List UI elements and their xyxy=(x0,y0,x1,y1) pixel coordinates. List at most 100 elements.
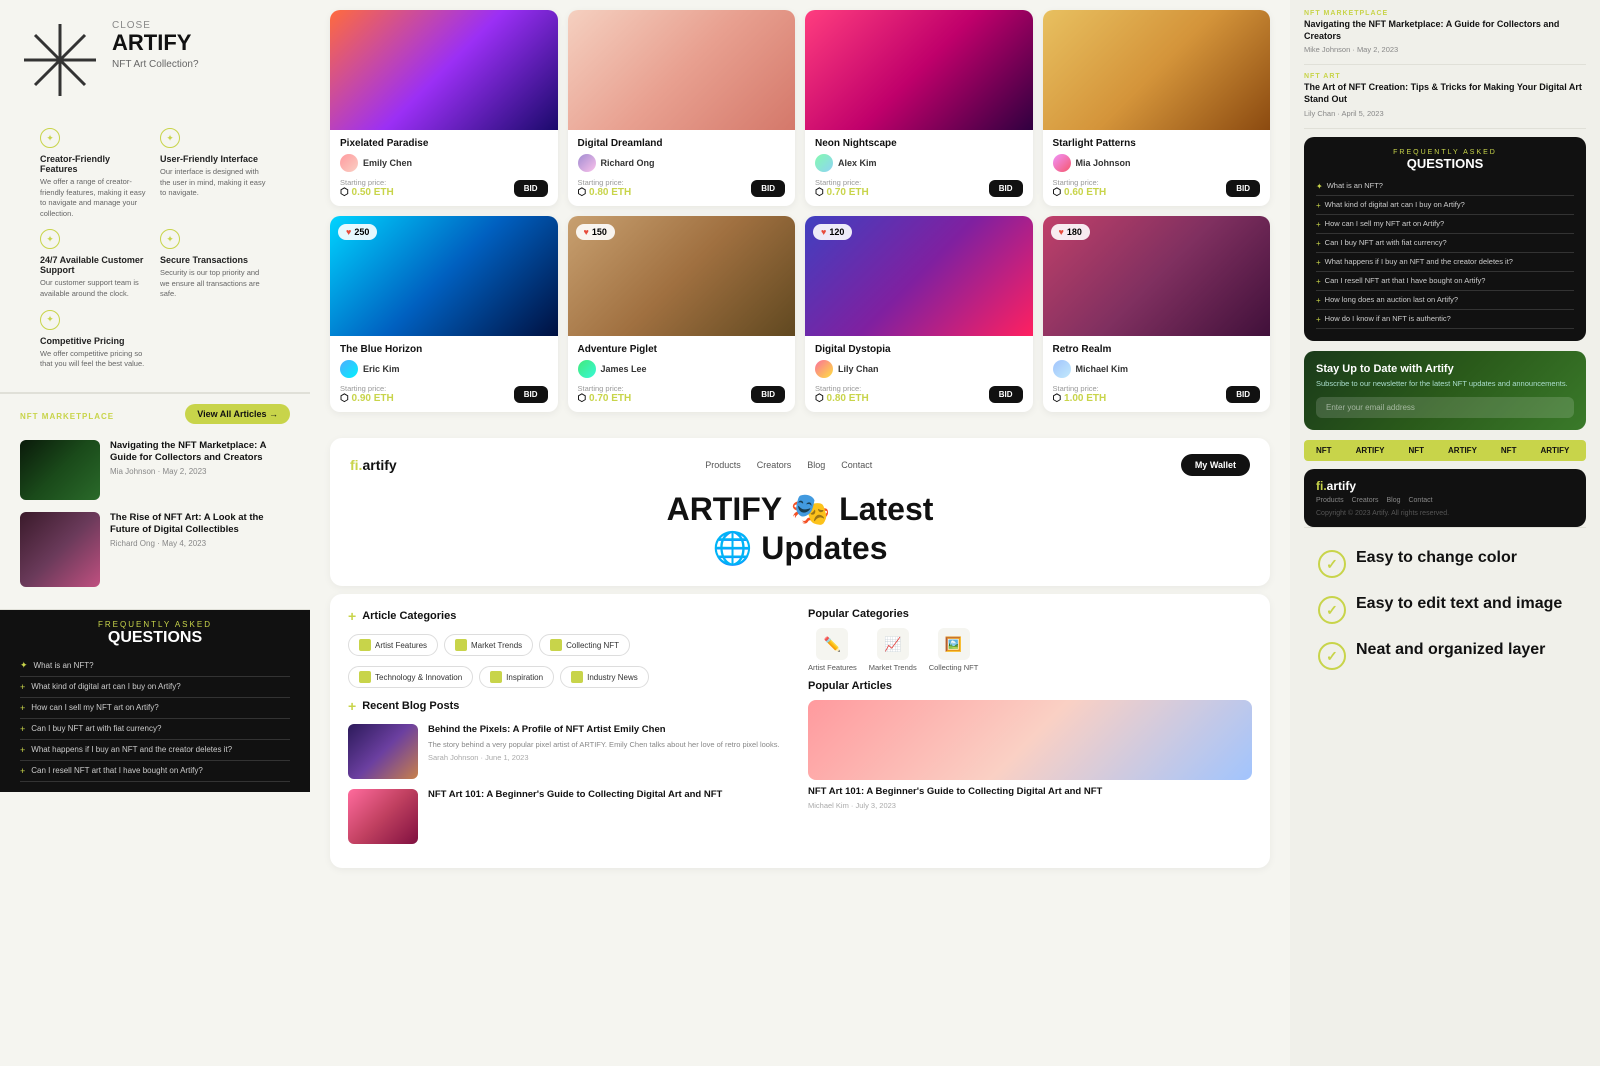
feature-desc-2: Our interface is designed with the user … xyxy=(160,167,270,199)
right-faq-item-3[interactable]: + How can I sell my NFT art on Artify? xyxy=(1316,215,1574,234)
right-faq-item-6[interactable]: + Can I resell NFT art that I have bough… xyxy=(1316,272,1574,291)
bid-button-3[interactable]: BID xyxy=(989,180,1023,197)
pop-cat-market[interactable]: 📈 Market Trends xyxy=(869,628,917,672)
nav-contact[interactable]: Contact xyxy=(841,460,872,470)
right-footer-creators[interactable]: Creators xyxy=(1352,497,1379,504)
bid-button-6[interactable]: BID xyxy=(751,386,785,403)
bid-button-1[interactable]: BID xyxy=(514,180,548,197)
artist-avatar-1 xyxy=(340,154,358,172)
cat-collecting-nft[interactable]: Collecting NFT xyxy=(539,634,630,656)
nft-card-body-3: Neon Nightscape Alex Kim Starting price:… xyxy=(805,130,1033,206)
nft-price-row-5: Starting price: ⬡ 0.90 ETH BID xyxy=(340,384,548,404)
cat-tech-innovation[interactable]: Technology & Innovation xyxy=(348,666,473,688)
left-blog-thumb-2 xyxy=(20,512,100,587)
feature-title-1: Creator-Friendly Features xyxy=(40,154,150,174)
left-blog-author-1: Mia Johnson · May 2, 2023 xyxy=(110,467,290,476)
nav-creators[interactable]: Creators xyxy=(757,460,792,470)
left-faq-title: QUESTIONS xyxy=(20,629,290,647)
blog-updates-section: + Article Categories Artist Features Mar… xyxy=(330,594,1270,868)
bid-button-8[interactable]: BID xyxy=(1226,386,1260,403)
right-blog-title-2: The Art of NFT Creation: Tips & Tricks f… xyxy=(1304,82,1586,105)
price-value-5: ⬡ 0.90 ETH xyxy=(340,393,394,404)
feature-desc-5: We offer competitive pricing so that you… xyxy=(40,349,150,370)
right-footer-contact[interactable]: Contact xyxy=(1408,497,1432,504)
right-panel-inner: NFT MARKETPLACE Navigating the NFT Marke… xyxy=(1290,0,1600,716)
blog-post-thumb-1 xyxy=(348,724,418,779)
view-all-button[interactable]: View All Articles → xyxy=(185,404,290,424)
nft-card-digital-dreamland: Digital Dreamland Richard Ong Starting p… xyxy=(568,10,796,206)
bid-button-7[interactable]: BID xyxy=(989,386,1023,403)
right-faq-q-2: What kind of digital art can I buy on Ar… xyxy=(1325,200,1465,210)
right-blog-author-1: Mike Johnson · May 2, 2023 xyxy=(1304,45,1586,54)
newsletter-title: Stay Up to Date with Artify xyxy=(1316,363,1574,375)
cat-artist-features[interactable]: Artist Features xyxy=(348,634,438,656)
right-footer-blog[interactable]: Blog xyxy=(1386,497,1400,504)
right-faq-item-7[interactable]: + How long does an auction last on Artif… xyxy=(1316,291,1574,310)
nft-image-6: ♥ 150 xyxy=(568,216,796,336)
right-faq-item-2[interactable]: + What kind of digital art can I buy on … xyxy=(1316,196,1574,215)
ticker-item-2: ARTIFY xyxy=(1356,446,1385,455)
right-faq-q-4: Can I buy NFT art with fiat currency? xyxy=(1325,238,1447,248)
nft-card-body-8: Retro Realm Michael Kim Starting price: … xyxy=(1043,336,1271,412)
my-wallet-button[interactable]: My Wallet xyxy=(1181,454,1250,476)
bid-button-2[interactable]: BID xyxy=(751,180,785,197)
left-faq-item-4[interactable]: + Can I buy NFT art with fiat currency? xyxy=(20,719,290,740)
nft-card-blue-horizon: ♥ 250 The Blue Horizon Eric Kim Starting xyxy=(330,216,558,412)
left-faq-item-6[interactable]: + Can I resell NFT art that I have bough… xyxy=(20,761,290,782)
nft-artist-row-5: Eric Kim xyxy=(340,360,548,378)
right-faq-item-5[interactable]: + What happens if I buy an NFT and the c… xyxy=(1316,253,1574,272)
bid-button-4[interactable]: BID xyxy=(1226,180,1260,197)
nav-products[interactable]: Products xyxy=(705,460,741,470)
nft-img-pixelated-paradise xyxy=(330,10,558,130)
artist-avatar-7 xyxy=(815,360,833,378)
cat-market-trends[interactable]: Market Trends xyxy=(444,634,533,656)
right-footer-products[interactable]: Products xyxy=(1316,497,1344,504)
blog-post-1: Behind the Pixels: A Profile of NFT Arti… xyxy=(348,724,792,779)
nft-name-1: Pixelated Paradise xyxy=(340,138,548,149)
nav-blog[interactable]: Blog xyxy=(807,460,825,470)
right-faq-item-4[interactable]: + Can I buy NFT art with fiat currency? xyxy=(1316,234,1574,253)
updates-grid: + Article Categories Artist Features Mar… xyxy=(348,608,1252,854)
check-circle-3: ✓ xyxy=(1318,642,1346,670)
artist-name-7: Lily Chan xyxy=(838,364,879,374)
nft-name-4: Starlight Patterns xyxy=(1053,138,1261,149)
category-tags-row1: Artist Features Market Trends Collecting… xyxy=(348,634,792,656)
pop-cat-collecting[interactable]: 🖼️ Collecting NFT xyxy=(929,628,979,672)
panel-right: NFT MARKETPLACE Navigating the NFT Marke… xyxy=(1290,0,1600,1066)
artist-avatar-6 xyxy=(578,360,596,378)
right-faq-bullet-5: + xyxy=(1316,258,1321,267)
right-faq-label: Frequently Asked xyxy=(1316,149,1574,156)
artist-avatar-4 xyxy=(1053,154,1071,172)
like-badge-5: ♥ 250 xyxy=(338,224,377,240)
bid-button-5[interactable]: BID xyxy=(514,386,548,403)
feature-desc-1: We offer a range of creator-friendly fea… xyxy=(40,177,150,219)
artify-ticker: NFT ARTIFY NFT ARTIFY NFT ARTIFY NFT ART… xyxy=(1304,440,1586,461)
blog-post-author-1: Sarah Johnson · June 1, 2023 xyxy=(428,753,792,762)
cat-inspiration[interactable]: Inspiration xyxy=(479,666,554,688)
nft-card-body-1: Pixelated Paradise Emily Chen Starting p… xyxy=(330,130,558,206)
popular-categories-title: Popular Categories xyxy=(808,608,1252,620)
right-faq-item-1[interactable]: ✦ What is an NFT? xyxy=(1316,177,1574,196)
left-faq-item-1[interactable]: ✦ What is an NFT? xyxy=(20,655,290,677)
newsletter-email-input[interactable] xyxy=(1316,397,1574,418)
nft-price-row-3: Starting price: ⬡ 0.70 ETH BID xyxy=(815,178,1023,198)
price-value-6: ⬡ 0.70 ETH xyxy=(578,393,632,404)
nav-links: Products Creators Blog Contact xyxy=(705,460,872,470)
nft-image-3 xyxy=(805,10,1033,130)
check-item-2: ✓ Easy to edit text and image xyxy=(1318,594,1572,624)
blog-post-thumb-2 xyxy=(348,789,418,844)
right-faq-bullet-3: + xyxy=(1316,220,1321,229)
pop-cat-artist[interactable]: ✏️ Artist Features xyxy=(808,628,857,672)
feature-desc-4: Security is our top priority and we ensu… xyxy=(160,268,270,300)
check-item-1: ✓ Easy to change color xyxy=(1318,548,1572,578)
left-heading-text: Close ARTIFY NFT Art Collection? xyxy=(112,20,199,70)
left-faq-item-3[interactable]: + How can I sell my NFT art on Artify? xyxy=(20,698,290,719)
nft-price-row-7: Starting price: ⬡ 0.80 ETH BID xyxy=(815,384,1023,404)
left-faq-item-2[interactable]: + What kind of digital art can I buy on … xyxy=(20,677,290,698)
right-faq-item-8[interactable]: + How do I know if an NFT is authentic? xyxy=(1316,310,1574,329)
cat-industry-news[interactable]: Industry News xyxy=(560,666,649,688)
left-faq-item-5[interactable]: + What happens if I buy an NFT and the c… xyxy=(20,740,290,761)
nft-artist-row-4: Mia Johnson xyxy=(1053,154,1261,172)
feature-title-2: User-Friendly Interface xyxy=(160,154,270,164)
nft-artist-row-7: Lily Chan xyxy=(815,360,1023,378)
